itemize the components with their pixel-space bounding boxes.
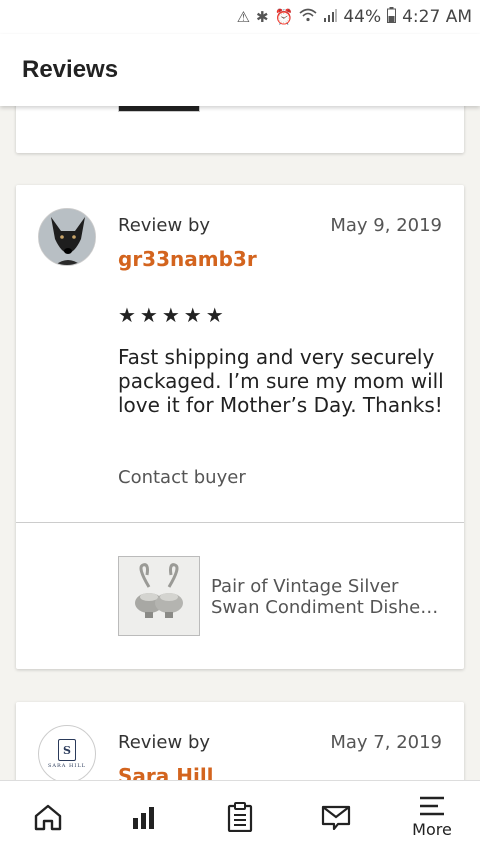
- logo-icon: S: [58, 739, 76, 761]
- home-icon: [34, 804, 62, 831]
- messages-icon: [321, 805, 351, 830]
- nav-orders[interactable]: [192, 781, 288, 853]
- nav-more-label: More: [412, 819, 452, 839]
- wifi-icon: [299, 8, 317, 26]
- battery-icon: [387, 7, 397, 27]
- divider: [16, 522, 464, 523]
- menu-icon: [420, 796, 444, 815]
- product-thumbnail[interactable]: [118, 556, 200, 636]
- avatar[interactable]: S SARA HILL: [38, 725, 96, 780]
- reviewer-name-link[interactable]: Sara Hill: [118, 764, 214, 780]
- product-thumbnail[interactable]: [118, 106, 200, 112]
- nav-stats[interactable]: [96, 781, 192, 853]
- review-card: [16, 106, 464, 153]
- review-card: S SARA HILL Review by May 7, 2019 Sara H…: [16, 702, 464, 780]
- signal-icon: [323, 8, 338, 26]
- alarm-icon: ⏰: [274, 8, 294, 26]
- reviews-list[interactable]: Review by May 9, 2019 gr33namb3r ★★★★★ F…: [0, 106, 480, 780]
- reviewer-name-link[interactable]: gr33namb3r: [118, 247, 257, 271]
- stats-icon: [133, 807, 154, 829]
- nav-home[interactable]: [0, 781, 96, 853]
- review-date: May 9, 2019: [330, 215, 442, 236]
- nav-messages[interactable]: [288, 781, 384, 853]
- status-bar: ⚠ ✱ ⏰ 44% 4:27 AM: [0, 0, 480, 34]
- review-date: May 7, 2019: [330, 732, 442, 753]
- app-header: Reviews: [0, 34, 480, 106]
- avatar-logo-text: SARA HILL: [48, 763, 86, 769]
- orders-icon: [227, 802, 253, 832]
- android-auto-icon: ⚠: [236, 8, 251, 26]
- nav-more[interactable]: More: [384, 781, 480, 853]
- clock: 4:27 AM: [402, 7, 472, 27]
- star-rating: ★★★★★: [118, 303, 228, 327]
- review-card: Review by May 9, 2019 gr33namb3r ★★★★★ F…: [16, 185, 464, 669]
- bottom-navigation: More: [0, 780, 480, 853]
- avatar[interactable]: [38, 208, 96, 266]
- review-by-label: Review by: [118, 215, 211, 236]
- product-title-link[interactable]: Pair of Vintage Silver Swan Condiment Di…: [211, 576, 446, 618]
- review-text: Fast shipping and very securely packaged…: [118, 345, 444, 417]
- battery-percent: 44%: [343, 7, 382, 27]
- review-by-label: Review by: [118, 732, 211, 753]
- page-title: Reviews: [22, 56, 119, 83]
- contact-buyer-link[interactable]: Contact buyer: [118, 467, 246, 488]
- bluetooth-icon: ✱: [256, 8, 269, 26]
